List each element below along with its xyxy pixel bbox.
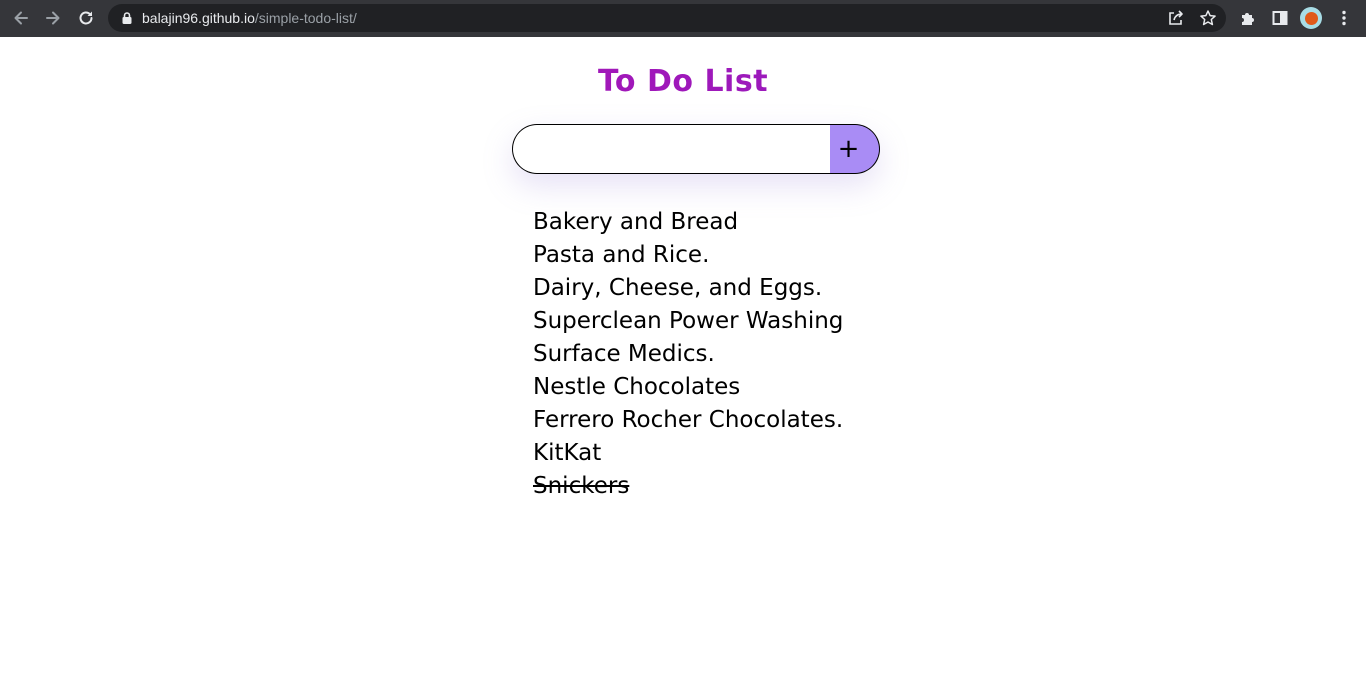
todo-item-completed[interactable]: Snickers xyxy=(533,470,843,503)
lock-icon[interactable] xyxy=(120,11,134,25)
url-host: balajin96.github.io xyxy=(142,10,255,26)
side-panel-icon[interactable] xyxy=(1268,6,1292,30)
reload-icon[interactable] xyxy=(74,6,98,30)
url-text[interactable]: balajin96.github.io/simple-todo-list/ xyxy=(142,4,357,32)
todo-item[interactable]: Nestle Chocolates xyxy=(533,371,843,404)
add-task-form: + xyxy=(512,124,880,174)
todo-list: Bakery and Bread Pasta and Rice. Dairy, … xyxy=(533,206,843,503)
todo-item[interactable]: Dairy, Cheese, and Eggs. xyxy=(533,272,843,305)
task-input[interactable] xyxy=(512,124,842,174)
browser-toolbar: balajin96.github.io/simple-todo-list/ xyxy=(0,0,1366,37)
extensions-icon[interactable] xyxy=(1236,6,1260,30)
menu-icon[interactable] xyxy=(1332,6,1356,30)
todo-item[interactable]: Superclean Power Washing xyxy=(533,305,843,338)
plus-icon: + xyxy=(837,134,860,164)
back-icon[interactable] xyxy=(9,6,33,30)
todo-item[interactable]: KitKat xyxy=(533,437,843,470)
profile-avatar[interactable] xyxy=(1300,7,1322,29)
page-title: To Do List xyxy=(0,62,1366,102)
url-path: /simple-todo-list/ xyxy=(254,10,357,26)
address-bar[interactable]: balajin96.github.io/simple-todo-list/ xyxy=(108,4,1226,32)
share-icon[interactable] xyxy=(1166,8,1186,28)
todo-item[interactable]: Bakery and Bread xyxy=(533,206,843,239)
todo-item[interactable]: Pasta and Rice. xyxy=(533,239,843,272)
star-icon[interactable] xyxy=(1198,8,1218,28)
forward-icon[interactable] xyxy=(41,6,65,30)
todo-item[interactable]: Ferrero Rocher Chocolates. xyxy=(533,404,843,437)
add-task-button[interactable]: + xyxy=(830,124,880,174)
todo-item[interactable]: Surface Medics. xyxy=(533,338,843,371)
